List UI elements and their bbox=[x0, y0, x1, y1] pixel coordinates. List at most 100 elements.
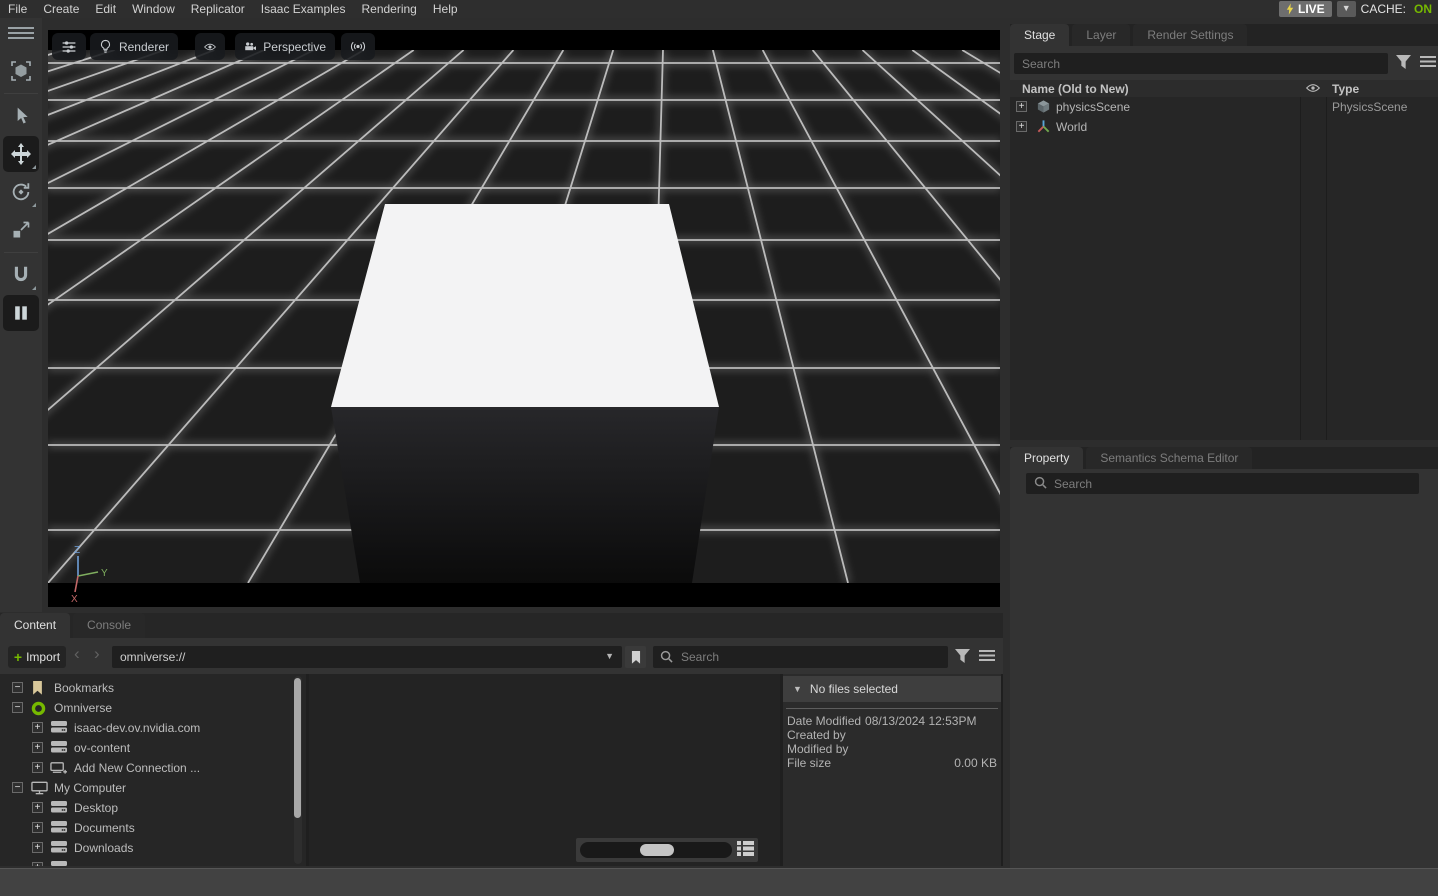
content-search-input[interactable] bbox=[653, 646, 948, 668]
expand-toggle[interactable]: + bbox=[1016, 101, 1027, 112]
prim-name[interactable]: physicsScene bbox=[1056, 100, 1130, 114]
tab-semantics-schema-editor[interactable]: Semantics Schema Editor bbox=[1086, 447, 1252, 469]
expand-toggle[interactable]: + bbox=[32, 802, 43, 813]
stage-tree: + physicsScene PhysicsScene + World bbox=[1010, 97, 1438, 440]
expand-toggle[interactable]: + bbox=[32, 822, 43, 833]
content-filter-icon[interactable] bbox=[955, 649, 970, 663]
visibility-column-eye-icon[interactable] bbox=[1306, 83, 1320, 93]
move-tool-button[interactable] bbox=[3, 136, 39, 172]
plus-icon: + bbox=[14, 650, 22, 664]
forward-button[interactable]: › bbox=[94, 644, 100, 664]
expand-toggle[interactable]: + bbox=[32, 842, 43, 853]
select-mode-button[interactable] bbox=[3, 53, 39, 89]
sliders-icon bbox=[61, 39, 77, 55]
menu-window[interactable]: Window bbox=[124, 0, 183, 18]
viewport-3d[interactable]: Renderer Perspective Z Y bbox=[48, 30, 1000, 607]
path-dropdown-icon[interactable]: ▼ bbox=[605, 651, 614, 661]
tab-render-settings[interactable]: Render Settings bbox=[1133, 24, 1247, 46]
expand-toggle[interactable]: + bbox=[1016, 121, 1027, 132]
expand-toggle[interactable]: + bbox=[32, 762, 43, 773]
audio-button[interactable] bbox=[341, 33, 375, 60]
select-tool-button[interactable] bbox=[3, 98, 39, 134]
tab-content[interactable]: Content bbox=[0, 613, 70, 638]
tree-item-omniverse[interactable]: − Omniverse bbox=[0, 698, 306, 718]
scale-slider-handle[interactable] bbox=[640, 844, 674, 856]
snap-tool-button[interactable] bbox=[3, 257, 39, 293]
scale-tool-button[interactable] bbox=[3, 212, 39, 248]
expand-toggle[interactable]: + bbox=[32, 722, 43, 733]
renderer-menu-button[interactable]: Renderer bbox=[90, 33, 178, 60]
tree-item-documents[interactable]: + Documents bbox=[0, 818, 306, 838]
tree-item-add-connection[interactable]: + Add New Connection ... bbox=[0, 758, 306, 778]
menu-replicator[interactable]: Replicator bbox=[183, 0, 253, 18]
details-header[interactable]: ▼ No files selected bbox=[783, 676, 1001, 702]
viewport-letterbox-bottom bbox=[48, 583, 1000, 607]
expand-toggle[interactable]: − bbox=[12, 702, 23, 713]
stage-filter-icon[interactable] bbox=[1396, 55, 1411, 69]
toolbar-handle-icon[interactable] bbox=[8, 24, 34, 42]
audio-waves-icon bbox=[350, 40, 366, 53]
back-button[interactable]: ‹ bbox=[74, 644, 80, 664]
tree-item-label: Add New Connection ... bbox=[74, 761, 200, 775]
import-button[interactable]: + Import bbox=[8, 646, 66, 668]
list-view-toggle-button[interactable] bbox=[737, 841, 754, 856]
tree-scrollbar-thumb[interactable] bbox=[294, 678, 301, 818]
cube-top-face bbox=[331, 204, 719, 407]
tree-item-server[interactable]: + isaac-dev.ov.nvidia.com bbox=[0, 718, 306, 738]
camera-menu-button[interactable]: Perspective bbox=[235, 33, 335, 60]
path-input[interactable] bbox=[112, 646, 622, 668]
prim-name[interactable]: World bbox=[1056, 120, 1087, 134]
axis-y-label: Y bbox=[101, 568, 108, 579]
content-options-icon[interactable] bbox=[979, 649, 995, 662]
toolbar-divider bbox=[4, 252, 38, 253]
property-search-input[interactable] bbox=[1026, 473, 1419, 494]
tab-layer[interactable]: Layer bbox=[1072, 24, 1130, 46]
camera-label: Perspective bbox=[263, 40, 326, 54]
stage-options-icon[interactable] bbox=[1420, 55, 1436, 68]
content-search-box bbox=[653, 646, 948, 668]
scale-slider[interactable] bbox=[580, 842, 732, 858]
column-type-label[interactable]: Type bbox=[1332, 82, 1359, 96]
tree-item-desktop[interactable]: + Desktop bbox=[0, 798, 306, 818]
tree-item-downloads[interactable]: + Downloads bbox=[0, 838, 306, 858]
expand-toggle[interactable]: + bbox=[32, 862, 43, 866]
magnet-icon bbox=[10, 264, 32, 286]
menu-isaac-examples[interactable]: Isaac Examples bbox=[253, 0, 354, 18]
import-label: Import bbox=[26, 650, 60, 664]
expand-toggle[interactable]: − bbox=[12, 682, 23, 693]
live-button[interactable]: LIVE bbox=[1279, 1, 1332, 17]
details-value: 08/13/2024 12:53PM bbox=[865, 714, 976, 728]
stage-row-physicsscene[interactable]: + physicsScene PhysicsScene bbox=[1010, 97, 1438, 117]
cursor-icon bbox=[11, 106, 31, 126]
tree-item-bookmarks[interactable]: − Bookmarks bbox=[0, 678, 306, 698]
lightbulb-icon bbox=[99, 39, 112, 54]
menu-rendering[interactable]: Rendering bbox=[353, 0, 424, 18]
viewport-settings-button[interactable] bbox=[52, 33, 86, 60]
menu-file[interactable]: File bbox=[0, 0, 35, 18]
content-file-tree: − Bookmarks − Omniverse + isaac-dev.ov.n… bbox=[0, 674, 306, 866]
tree-item-my-computer[interactable]: − My Computer bbox=[0, 778, 306, 798]
visibility-menu-button[interactable] bbox=[195, 33, 225, 60]
drive-icon bbox=[51, 801, 67, 813]
menu-create[interactable]: Create bbox=[35, 0, 87, 18]
column-name-label[interactable]: Name (Old to New) bbox=[1022, 82, 1129, 96]
pause-button[interactable] bbox=[3, 295, 39, 331]
tree-item-partial[interactable]: + bbox=[0, 858, 306, 866]
menu-help[interactable]: Help bbox=[425, 0, 466, 18]
tab-console[interactable]: Console bbox=[73, 613, 145, 638]
drive-icon bbox=[51, 821, 67, 833]
stage-row-world[interactable]: + World bbox=[1010, 117, 1438, 137]
content-tab-row: Content Console bbox=[0, 613, 1003, 638]
tree-item-label: ov-content bbox=[74, 741, 130, 755]
tree-item-server[interactable]: + ov-content bbox=[0, 738, 306, 758]
rotate-tool-button[interactable] bbox=[3, 174, 39, 210]
tab-stage[interactable]: Stage bbox=[1010, 24, 1069, 46]
live-dropdown-button[interactable]: ▼ bbox=[1337, 1, 1356, 17]
expand-toggle[interactable]: − bbox=[12, 782, 23, 793]
expand-toggle[interactable]: + bbox=[32, 742, 43, 753]
stage-search-input[interactable] bbox=[1014, 53, 1388, 74]
menu-edit[interactable]: Edit bbox=[87, 0, 124, 18]
bookmark-button[interactable] bbox=[625, 646, 646, 668]
drive-icon bbox=[51, 741, 67, 753]
tab-property[interactable]: Property bbox=[1010, 447, 1083, 469]
